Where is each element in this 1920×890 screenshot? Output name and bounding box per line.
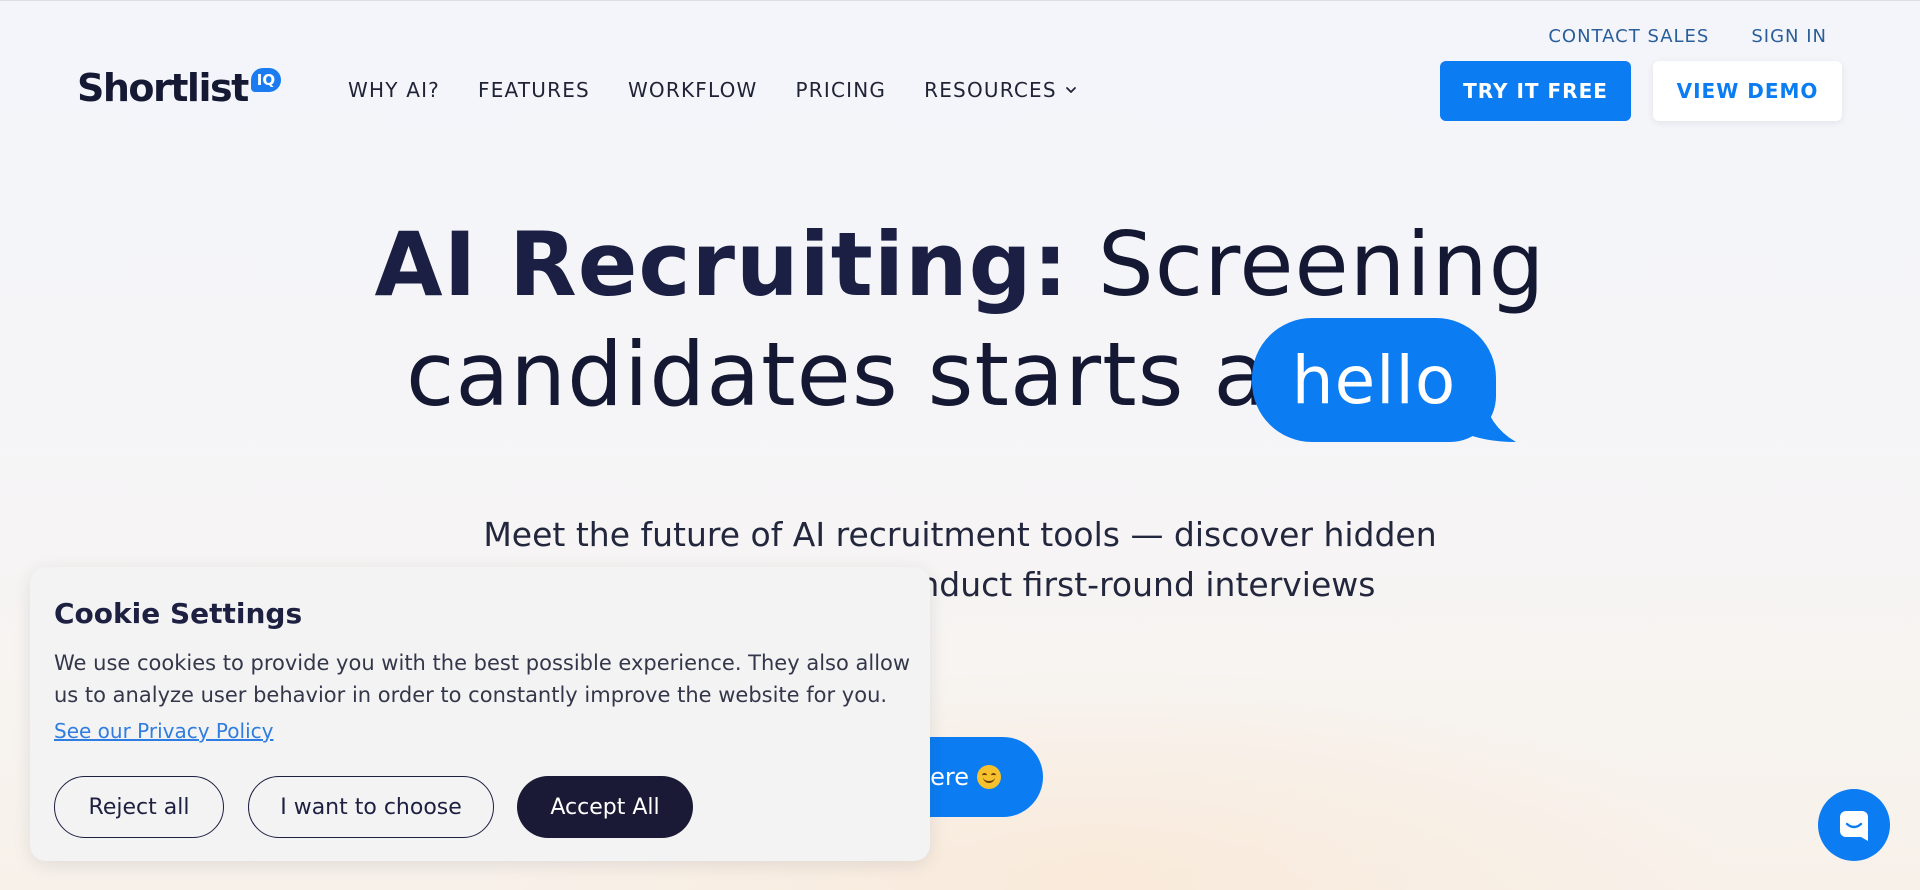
nav-workflow-label: WORKFLOW	[627, 78, 758, 102]
chat-launcher-button[interactable]	[1818, 789, 1890, 861]
nav-features[interactable]: FEATURES	[478, 78, 590, 102]
nav-features-label: FEATURES	[477, 78, 590, 102]
hero-cta-label: ere	[930, 763, 969, 791]
nav-why-ai-label: WHY AI?	[348, 78, 440, 102]
cookie-settings-panel: Cookie Settings We use cookies to provid…	[30, 567, 930, 861]
hero-subtitle-line1: Meet the future of AI recruitment tools …	[483, 515, 1437, 554]
sign-in-link[interactable]: SIGN IN	[1751, 26, 1827, 47]
try-it-free-button[interactable]: TRY IT FREE	[1440, 61, 1631, 121]
hello-speech-bubble: hello	[1252, 318, 1496, 442]
top-border	[0, 0, 1920, 1]
contact-sales-link[interactable]: CONTACT SALES	[1548, 26, 1709, 47]
smiling-face-icon	[977, 765, 1001, 789]
utility-nav: CONTACT SALES SIGN IN	[1548, 26, 1827, 47]
accept-all-button[interactable]: Accept All	[517, 776, 693, 838]
logo[interactable]: Shortlist IQ	[77, 66, 282, 110]
chevron-down-icon	[1065, 87, 1076, 93]
hero-title-light: Screening	[1068, 213, 1546, 316]
nav-why-ai[interactable]: WHY AI?	[348, 78, 440, 102]
logo-wordmark: Shortlist	[77, 66, 249, 110]
main-nav: WHY AI? FEATURES WORKFLOW PRICING RESOUR…	[348, 78, 1077, 102]
logo-badge: IQ	[250, 68, 282, 92]
hero-title-line1: AI Recruiting: Screening	[0, 210, 1920, 320]
nav-resources[interactable]: RESOURCES	[924, 78, 1077, 102]
nav-resources-label: RESOURCES	[924, 78, 1057, 102]
hero-title-line2: candidates starts at	[406, 323, 1304, 426]
view-demo-button[interactable]: VIEW DEMO	[1653, 61, 1842, 121]
i-want-to-choose-button[interactable]: I want to choose	[248, 776, 494, 838]
nav-pricing[interactable]: PRICING	[796, 78, 887, 102]
chat-icon	[1840, 811, 1868, 841]
hero-title-bold: AI Recruiting:	[374, 213, 1069, 316]
reject-all-button[interactable]: Reject all	[54, 776, 224, 838]
nav-pricing-label: PRICING	[795, 78, 887, 102]
privacy-policy-link[interactable]: See our Privacy Policy	[54, 719, 273, 743]
nav-workflow[interactable]: WORKFLOW	[628, 78, 758, 102]
cookie-body: We use cookies to provide you with the b…	[54, 651, 911, 707]
cookie-title: Cookie Settings	[54, 597, 303, 630]
